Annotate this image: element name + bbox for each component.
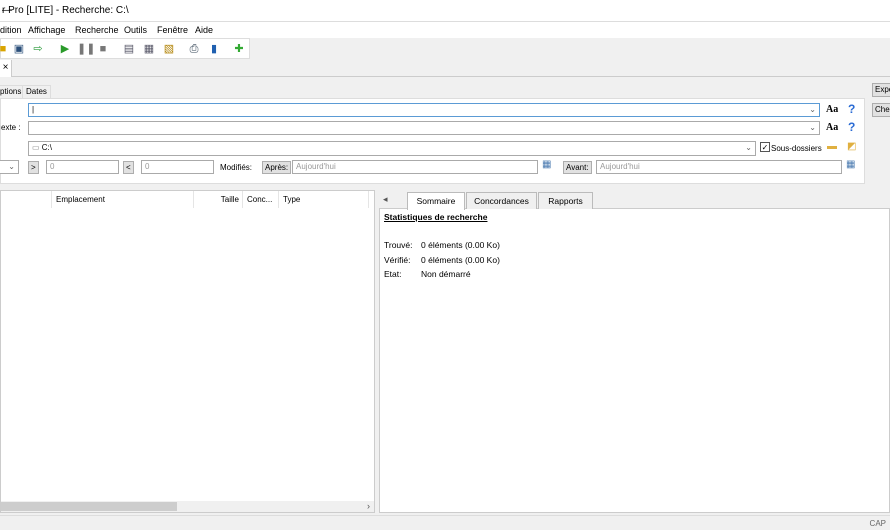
match-case-icon[interactable]: Aa: [826, 104, 838, 115]
export-icon[interactable]: ⇨: [31, 42, 45, 56]
tab-scroll-left-icon[interactable]: ◂: [383, 194, 388, 205]
report-icon[interactable]: ▧: [162, 42, 176, 56]
pause-icon[interactable]: ❚❚: [77, 42, 95, 56]
start-icon[interactable]: ▶: [58, 42, 72, 56]
help-icon[interactable]: ?: [848, 102, 855, 116]
location-input[interactable]: ▭ C:\ ⌄: [28, 141, 756, 156]
stop-icon[interactable]: ■: [96, 42, 110, 56]
minimize-button[interactable]: —: [2, 5, 874, 16]
status-bar: CAP: [0, 515, 890, 530]
text-label: exte :: [1, 123, 21, 132]
chevron-down-icon[interactable]: ⌄: [809, 104, 816, 116]
results-list[interactable]: Emplacement Taille Conc... Type ›: [0, 190, 375, 513]
tab-sommaire[interactable]: Sommaire: [407, 192, 465, 210]
stat-verified-label: Vérifié:: [384, 255, 411, 265]
tools-icon[interactable]: ✚: [232, 42, 246, 56]
search-button[interactable]: Cher: [872, 103, 890, 117]
min-size-input[interactable]: 0: [46, 160, 119, 174]
menu-edition[interactable]: dition: [0, 25, 22, 35]
caps-indicator: CAP: [869, 519, 886, 528]
menu-recherche[interactable]: Recherche: [75, 25, 119, 35]
summary-pane: ◂ Statistiques de recherche Trouvé: 0 él…: [379, 190, 890, 513]
scroll-right-arrow[interactable]: ›: [367, 501, 370, 511]
filename-input[interactable]: | ⌄: [28, 103, 820, 117]
max-size-input[interactable]: 0: [141, 160, 214, 174]
search-panel: | ⌄ Aa ? exte : ⌄ Aa ? ▭ C:\ ⌄ ✓ Sous-doss…: [0, 98, 865, 184]
stat-found-label: Trouvé:: [384, 240, 413, 250]
column-header-concordances[interactable]: Conc...: [243, 191, 279, 208]
menu-fenetre[interactable]: Fenêtre: [157, 25, 188, 35]
column-header-name[interactable]: [1, 191, 52, 208]
after-button[interactable]: Après:: [262, 161, 292, 174]
less-than-button[interactable]: <: [123, 161, 134, 174]
after-date-input[interactable]: Aujourd'hui: [292, 160, 538, 174]
column-header-location[interactable]: Emplacement: [52, 191, 194, 208]
menu-aide[interactable]: Aide: [195, 25, 213, 35]
chevron-down-icon[interactable]: ⌄: [809, 122, 816, 134]
layout-icon[interactable]: ▦: [142, 42, 156, 56]
subfolders-label: Sous-dossiers: [771, 144, 822, 153]
calendar-icon[interactable]: ▦: [846, 159, 855, 170]
book-icon[interactable]: ▮: [207, 42, 221, 56]
tab-rapports[interactable]: Rapports: [538, 192, 593, 209]
toolbar: ■ ▣ ⇨ ▶ ❚❚ ■ ▤ ▦ ▧ ⎙ ▮ ✚: [0, 38, 250, 59]
subfolders-checkbox[interactable]: ✓: [760, 142, 770, 152]
folder-icon[interactable]: ▬: [827, 141, 837, 152]
window-icon[interactable]: ▤: [122, 42, 136, 56]
match-case-icon[interactable]: Aa: [826, 122, 838, 133]
location-value: C:\: [41, 143, 53, 152]
menu-affichage[interactable]: Affichage: [28, 25, 65, 35]
menu-outils[interactable]: Outils: [124, 25, 147, 35]
folders-icon[interactable]: ◩: [847, 141, 856, 152]
stat-state-value: Non démarré: [421, 269, 471, 279]
size-select[interactable]: ⌄: [0, 160, 19, 174]
column-header-type[interactable]: Type: [279, 191, 369, 208]
input-caret: |: [32, 105, 35, 114]
tab-dates[interactable]: Dates: [22, 85, 51, 98]
calendar-icon[interactable]: ▦: [542, 159, 551, 170]
horizontal-scrollbar[interactable]: ›: [1, 501, 374, 512]
column-header-size[interactable]: Taille: [194, 191, 243, 208]
open-icon[interactable]: ■: [0, 42, 10, 56]
drive-icon: ▭: [32, 143, 42, 152]
before-button[interactable]: Avant:: [563, 161, 592, 174]
greater-than-button[interactable]: >: [28, 161, 39, 174]
before-date-input[interactable]: Aujourd'hui: [596, 160, 842, 174]
text-input[interactable]: ⌄: [28, 121, 820, 135]
stats-title: Statistiques de recherche: [384, 212, 488, 222]
modified-label: Modifiés:: [220, 163, 253, 172]
stat-found-value: 0 éléments (0.00 Ko): [421, 240, 500, 250]
chevron-down-icon[interactable]: ⌄: [745, 142, 752, 154]
help-icon[interactable]: ?: [848, 120, 855, 134]
tab-concordances[interactable]: Concordances: [466, 192, 537, 209]
close-tab-icon[interactable]: ×: [0, 60, 12, 77]
chevron-down-icon[interactable]: ⌄: [8, 161, 15, 173]
stat-verified-value: 0 éléments (0.00 Ko): [421, 255, 500, 265]
document-tabs: ×: [0, 59, 890, 77]
print-icon[interactable]: ⎙: [187, 42, 201, 56]
title-bar: r Pro [LITE] - Recherche: C:\ —: [0, 0, 890, 22]
summary-content: Statistiques de recherche Trouvé: 0 élém…: [379, 208, 890, 513]
scrollbar-thumb[interactable]: [1, 502, 177, 511]
menu-bar: dition Affichage Recherche Outils Fenêtr…: [0, 22, 890, 38]
save-icon[interactable]: ▣: [12, 42, 26, 56]
expert-button[interactable]: Expe: [872, 83, 890, 97]
stat-state-label: Etat:: [384, 269, 402, 279]
